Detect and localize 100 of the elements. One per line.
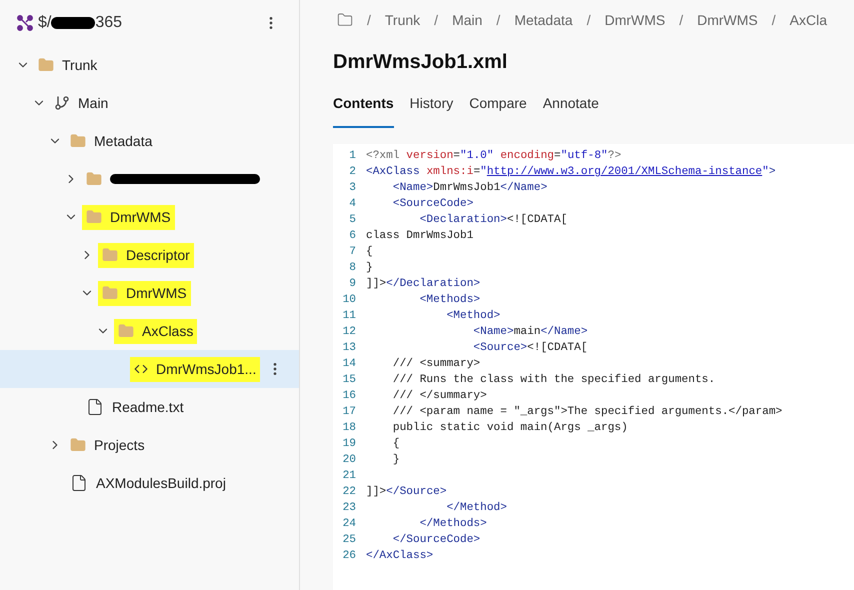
code-line: public static void main(Args _args) [392, 420, 628, 436]
item-label: DmrWmsJob1... [156, 360, 256, 378]
code-line: <Methods> [418, 292, 480, 308]
line-number: 4 [348, 197, 357, 212]
separator: / [367, 10, 371, 30]
separator: / [679, 10, 684, 30]
tree-item[interactable]: Metadata [0, 122, 299, 160]
code-line: </SourceCode> [392, 532, 480, 548]
line-number: 22 [342, 485, 357, 500]
folder-icon [86, 209, 102, 225]
tab[interactable]: Compare [469, 93, 527, 128]
line-number: 19 [342, 437, 357, 452]
code-line: </AxClass> [366, 548, 434, 564]
line-number: 6 [348, 229, 357, 244]
code-line: <AxClass xmlns:i="http://www.w3.org/2001/XMLSchema-instance"> [366, 164, 776, 180]
item-label: DmrWMS [110, 208, 171, 226]
line-number: 14 [342, 357, 357, 372]
item-label: AXModulesBuild.proj [96, 474, 226, 493]
repo-prefix: $/ [38, 13, 52, 33]
code-line: /// <summary> [392, 356, 480, 372]
item-label: Projects [94, 436, 145, 455]
repo-suffix: 365 [95, 13, 122, 33]
line-number: 13 [342, 341, 357, 356]
folder-icon [70, 133, 86, 149]
breadcrumb-link[interactable]: Metadata [514, 10, 573, 30]
item-label: DmrWMS [126, 284, 187, 302]
breadcrumb-link[interactable]: DmrWMS [604, 10, 666, 30]
line-number: 1 [348, 149, 357, 164]
line-number: 15 [342, 373, 357, 388]
code-line: ]]></Declaration> [366, 276, 480, 292]
separator: / [496, 10, 500, 30]
tree-item[interactable]: Projects [0, 426, 299, 464]
item-label: Main [78, 94, 108, 112]
code-line: </Methods> [418, 516, 487, 532]
tab[interactable]: Contents [333, 93, 394, 128]
tree-item[interactable]: Trunk [0, 46, 299, 84]
line-number: 2 [348, 165, 357, 180]
tree-item[interactable]: AxClass [0, 312, 299, 350]
code-line: { [366, 244, 373, 260]
code-line: class DmrWmsJob1 [366, 228, 474, 244]
line-number: 26 [342, 549, 357, 564]
line-number: 24 [342, 517, 357, 532]
line-number: 9 [348, 277, 357, 292]
code-line: </Method> [446, 500, 507, 516]
item-label: AxClass [142, 322, 194, 340]
folder-icon [102, 247, 118, 263]
tree-item[interactable]: Readme.txt [0, 388, 299, 426]
tab[interactable]: Annotate [542, 93, 599, 128]
separator: / [586, 10, 591, 30]
tree-item[interactable]: Main [0, 84, 299, 122]
line-number: 8 [348, 261, 357, 276]
code-line: <Name>main</Name> [472, 324, 588, 340]
code-line: /// </summary> [392, 388, 487, 404]
folder-icon [118, 323, 134, 339]
item-label: Trunk [62, 56, 98, 74]
breadcrumb-link[interactable]: AxCla [790, 10, 828, 30]
line-number: 11 [342, 309, 357, 324]
folder-icon[interactable] [337, 12, 353, 28]
code-line: <SourceCode> [392, 196, 474, 212]
separator: / [434, 10, 438, 30]
code-line: ]]></Source> [366, 484, 447, 500]
code-line: <Declaration><![CDATA[ [418, 212, 568, 228]
branch-icon [54, 95, 70, 111]
folder-icon [102, 285, 118, 301]
item-label: Descriptor [126, 246, 190, 265]
breadcrumb-link[interactable]: Main [452, 10, 482, 30]
code-line: <?xml version="1.0" encoding="utf-8"?> [366, 148, 622, 164]
separator: / [772, 10, 776, 30]
line-number: 12 [342, 325, 357, 340]
code-line: /// <param name = "_args">The specified arguments.</param> [392, 404, 782, 420]
line-number: 21 [342, 469, 357, 484]
breadcrumb-link[interactable]: Trunk [384, 10, 420, 30]
code-line: <Source><![CDATA[ [472, 340, 588, 356]
item-label: Metadata [94, 132, 152, 150]
line-number: 20 [342, 453, 357, 468]
line-number: 16 [342, 389, 357, 404]
tree-item[interactable]: DmrWMS [0, 274, 299, 312]
code-icon [134, 362, 148, 376]
code-line: <Method> [446, 308, 500, 324]
tree-item[interactable]: DmrWmsJob1... [0, 350, 299, 388]
tab[interactable]: History [410, 93, 454, 128]
line-number: 23 [342, 501, 357, 516]
code-line: <Name>DmrWmsJob1</Name> [392, 180, 548, 196]
line-number: 18 [342, 421, 357, 436]
folder-icon [38, 57, 54, 73]
repo-icon [16, 14, 34, 32]
file-title: DmrWmsJob1.xml [333, 50, 508, 75]
code-line: } [392, 452, 400, 468]
tree-item[interactable]: DmrWMS [0, 198, 299, 236]
file-icon [86, 398, 104, 416]
breadcrumb-link[interactable]: DmrWMS [697, 10, 758, 30]
folder-icon [70, 437, 86, 453]
tree-item[interactable]: Descriptor [0, 236, 299, 274]
line-number: 25 [342, 533, 357, 548]
line-number: 7 [348, 245, 357, 260]
tree-item[interactable]: AXModulesBuild.proj [0, 464, 299, 502]
file-icon [70, 474, 88, 492]
code-line: { [392, 436, 400, 452]
line-number: 5 [348, 213, 357, 228]
item-label: Readme.txt [112, 398, 184, 416]
